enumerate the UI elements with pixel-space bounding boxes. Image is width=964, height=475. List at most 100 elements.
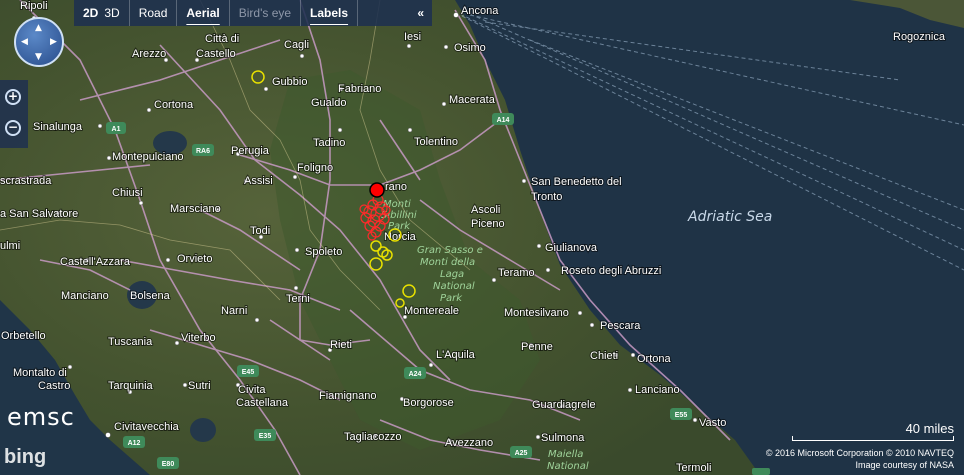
- labels-toggle[interactable]: Labels: [301, 6, 357, 20]
- label-gubbio: Gubbio: [272, 76, 307, 88]
- label-montalto-1: Montalto di: [13, 367, 67, 379]
- label-viterbo: Viterbo: [181, 332, 216, 344]
- copyright-line-2: Image courtesy of NASA: [855, 460, 954, 470]
- town-dot: [428, 362, 434, 368]
- town-dot: [67, 364, 73, 370]
- town-dot: [174, 340, 180, 346]
- road-view-button[interactable]: Road: [130, 6, 177, 20]
- pan-left-icon[interactable]: ◀: [21, 38, 28, 47]
- label-ascoli: Ascoli: [471, 204, 500, 216]
- scale-line: [792, 436, 954, 441]
- town-dot: [105, 432, 111, 438]
- park-gransasso-5: Park: [440, 293, 463, 304]
- svg-text:A24: A24: [409, 371, 422, 378]
- copyright-line-1: © 2016 Microsoft Corporation © 2010 NAVT…: [765, 448, 954, 458]
- bing-logo: bing: [4, 446, 46, 469]
- zoom-in-icon[interactable]: +: [5, 89, 21, 105]
- label-lanciano: Lanciano: [635, 384, 680, 396]
- label-chiusi: Chiusi: [112, 187, 143, 199]
- label-rieti: Rieti: [330, 339, 352, 351]
- town-dot: [138, 200, 144, 206]
- town-dot: [407, 127, 413, 133]
- label-civita-2: Castellana: [236, 397, 289, 409]
- label-fabriano: Fabriano: [338, 83, 381, 95]
- label-fiamignano: Fiamignano: [319, 390, 376, 402]
- mode-3d-button[interactable]: 3D: [101, 6, 128, 20]
- label-castello: Castello: [196, 48, 236, 60]
- highway-shield-a24: A24: [404, 367, 426, 379]
- label-roseto: Roseto degli Abruzzi: [561, 265, 661, 277]
- town-dot: [692, 417, 698, 423]
- pan-control[interactable]: ▲ ▼ ◀ ▶: [14, 17, 64, 67]
- collapse-toolbar-button[interactable]: «: [409, 6, 432, 20]
- town-dot: [146, 107, 152, 113]
- town-dot: [337, 127, 343, 133]
- park-maiella-1: Maiella: [548, 449, 583, 460]
- label-foligno: Foligno: [297, 162, 333, 174]
- label-laquila: L'Aquila: [436, 349, 476, 361]
- label-termoli: Termoli: [676, 462, 711, 474]
- town-dot: [630, 352, 636, 358]
- town-dot: [292, 174, 298, 180]
- label-san-benedetto-1: San Benedetto del: [531, 176, 622, 188]
- label-tagliacozzo: Tagliacozzo: [344, 431, 401, 443]
- label-tolentino: Tolentino: [414, 136, 458, 148]
- park-gransasso-2: Monti della: [420, 257, 475, 268]
- aerial-view-button[interactable]: Aerial: [177, 6, 228, 20]
- label-cagli: Cagli: [284, 39, 309, 51]
- svg-text:A12: A12: [128, 440, 141, 447]
- label-ulmi: ulmi: [0, 240, 20, 252]
- toolbar-divider: [357, 0, 359, 26]
- pan-right-icon[interactable]: ▶: [50, 38, 57, 47]
- label-montereale: Montereale: [404, 305, 459, 317]
- town-dot: [441, 101, 447, 107]
- label-bolsena: Bolsena: [130, 290, 171, 302]
- town-dot: [443, 44, 449, 50]
- label-montepulciano: Montepulciano: [112, 151, 184, 163]
- label-vasto: Vasto: [699, 417, 726, 429]
- park-gransasso-4: National: [433, 281, 475, 292]
- svg-text:A14: A14: [497, 117, 510, 124]
- pan-down-icon[interactable]: ▼: [35, 53, 42, 62]
- birds-eye-button[interactable]: Bird's eye: [230, 6, 300, 20]
- town-dot: [106, 155, 112, 161]
- park-gransasso-1: Gran Sasso e: [417, 245, 483, 256]
- lake-bracciano: [190, 418, 216, 442]
- highway-shield-a1: A1: [106, 122, 126, 134]
- zoom-out-icon[interactable]: −: [5, 120, 21, 136]
- label-arezzo: Arezzo: [132, 48, 166, 60]
- town-dot: [97, 123, 103, 129]
- pan-up-icon[interactable]: ▲: [35, 24, 42, 33]
- label-castell-azzara: Castell'Azzara: [60, 256, 131, 268]
- label-ortona: Ortona: [637, 353, 672, 365]
- label-sulmona: Sulmona: [541, 432, 585, 444]
- town-dot: [182, 382, 188, 388]
- town-dot: [536, 243, 542, 249]
- label-todi: Todi: [250, 225, 270, 237]
- highway-shield-ra6: RA6: [192, 144, 214, 156]
- label-sansalvatore: a San Salvatore: [0, 208, 78, 220]
- town-dot: [545, 267, 551, 273]
- label-orbetello: Orbetello: [1, 330, 46, 342]
- main-quake-marker[interactable]: [369, 182, 385, 198]
- town-dot: [254, 317, 260, 323]
- zoom-panel: + −: [0, 80, 28, 148]
- label-tuscania: Tuscania: [108, 336, 153, 348]
- town-dot: [627, 387, 633, 393]
- bing-logo-text: bing: [4, 446, 47, 468]
- town-dot: [535, 434, 541, 440]
- label-marsciano: Marsciano: [170, 203, 221, 215]
- aerial-map[interactable]: A1 RA6 A14 A24 E45 E35 A12 E80 A25 E55 R…: [0, 0, 964, 475]
- mode-2d-button[interactable]: 2D: [74, 6, 101, 20]
- town-dot: [293, 285, 299, 291]
- highway-shield-a14: A14: [492, 113, 514, 125]
- label-rogoznica: Rogoznica: [893, 31, 946, 43]
- town-dot: [406, 43, 412, 49]
- map-toolbar: 2D 3D Road Aerial Bird's eye Labels «: [74, 0, 432, 26]
- label-camerino-fragment: rano: [385, 181, 407, 193]
- label-terni: Terni: [286, 293, 310, 305]
- label-giulianova: Giulianova: [545, 242, 598, 254]
- town-dot: [299, 53, 305, 59]
- label-borgorose: Borgorose: [403, 397, 454, 409]
- label-sinalunga: Sinalunga: [33, 121, 83, 133]
